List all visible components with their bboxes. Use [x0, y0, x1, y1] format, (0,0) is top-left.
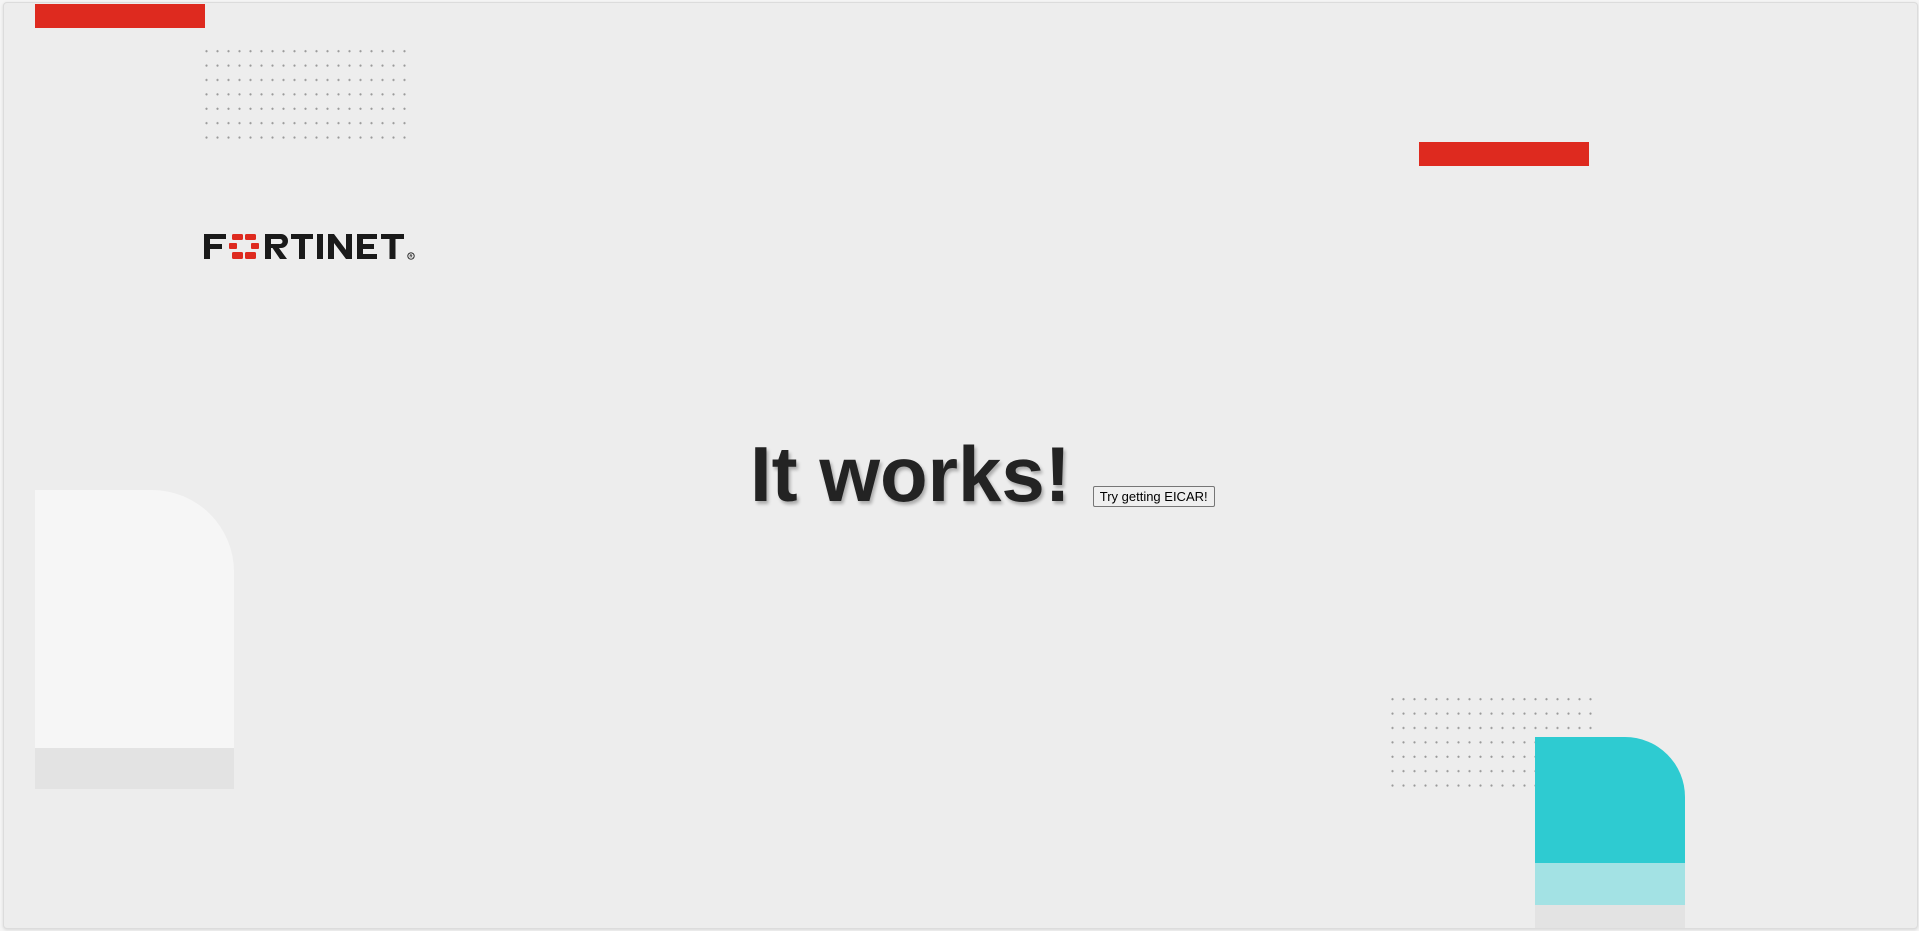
decorative-card-left-base: [35, 748, 234, 789]
page-frame: R It works! Try getting EICAR!: [3, 2, 1918, 929]
hero-section: It works! Try getting EICAR!: [750, 428, 1215, 513]
decorative-red-bar-top-right: [1419, 142, 1589, 166]
decorative-card-teal-base: [1535, 905, 1685, 928]
page-heading: It works!: [750, 430, 1071, 518]
fortinet-logo: R: [204, 234, 415, 260]
svg-text:R: R: [409, 254, 412, 259]
decorative-dot-grid-top: [201, 44, 411, 144]
decorative-red-bar-top-left: [35, 4, 205, 28]
decorative-card-left: [35, 490, 234, 748]
decorative-card-teal-mid: [1535, 863, 1685, 905]
try-eicar-button[interactable]: Try getting EICAR!: [1092, 486, 1215, 507]
decorative-card-teal: [1535, 737, 1685, 863]
